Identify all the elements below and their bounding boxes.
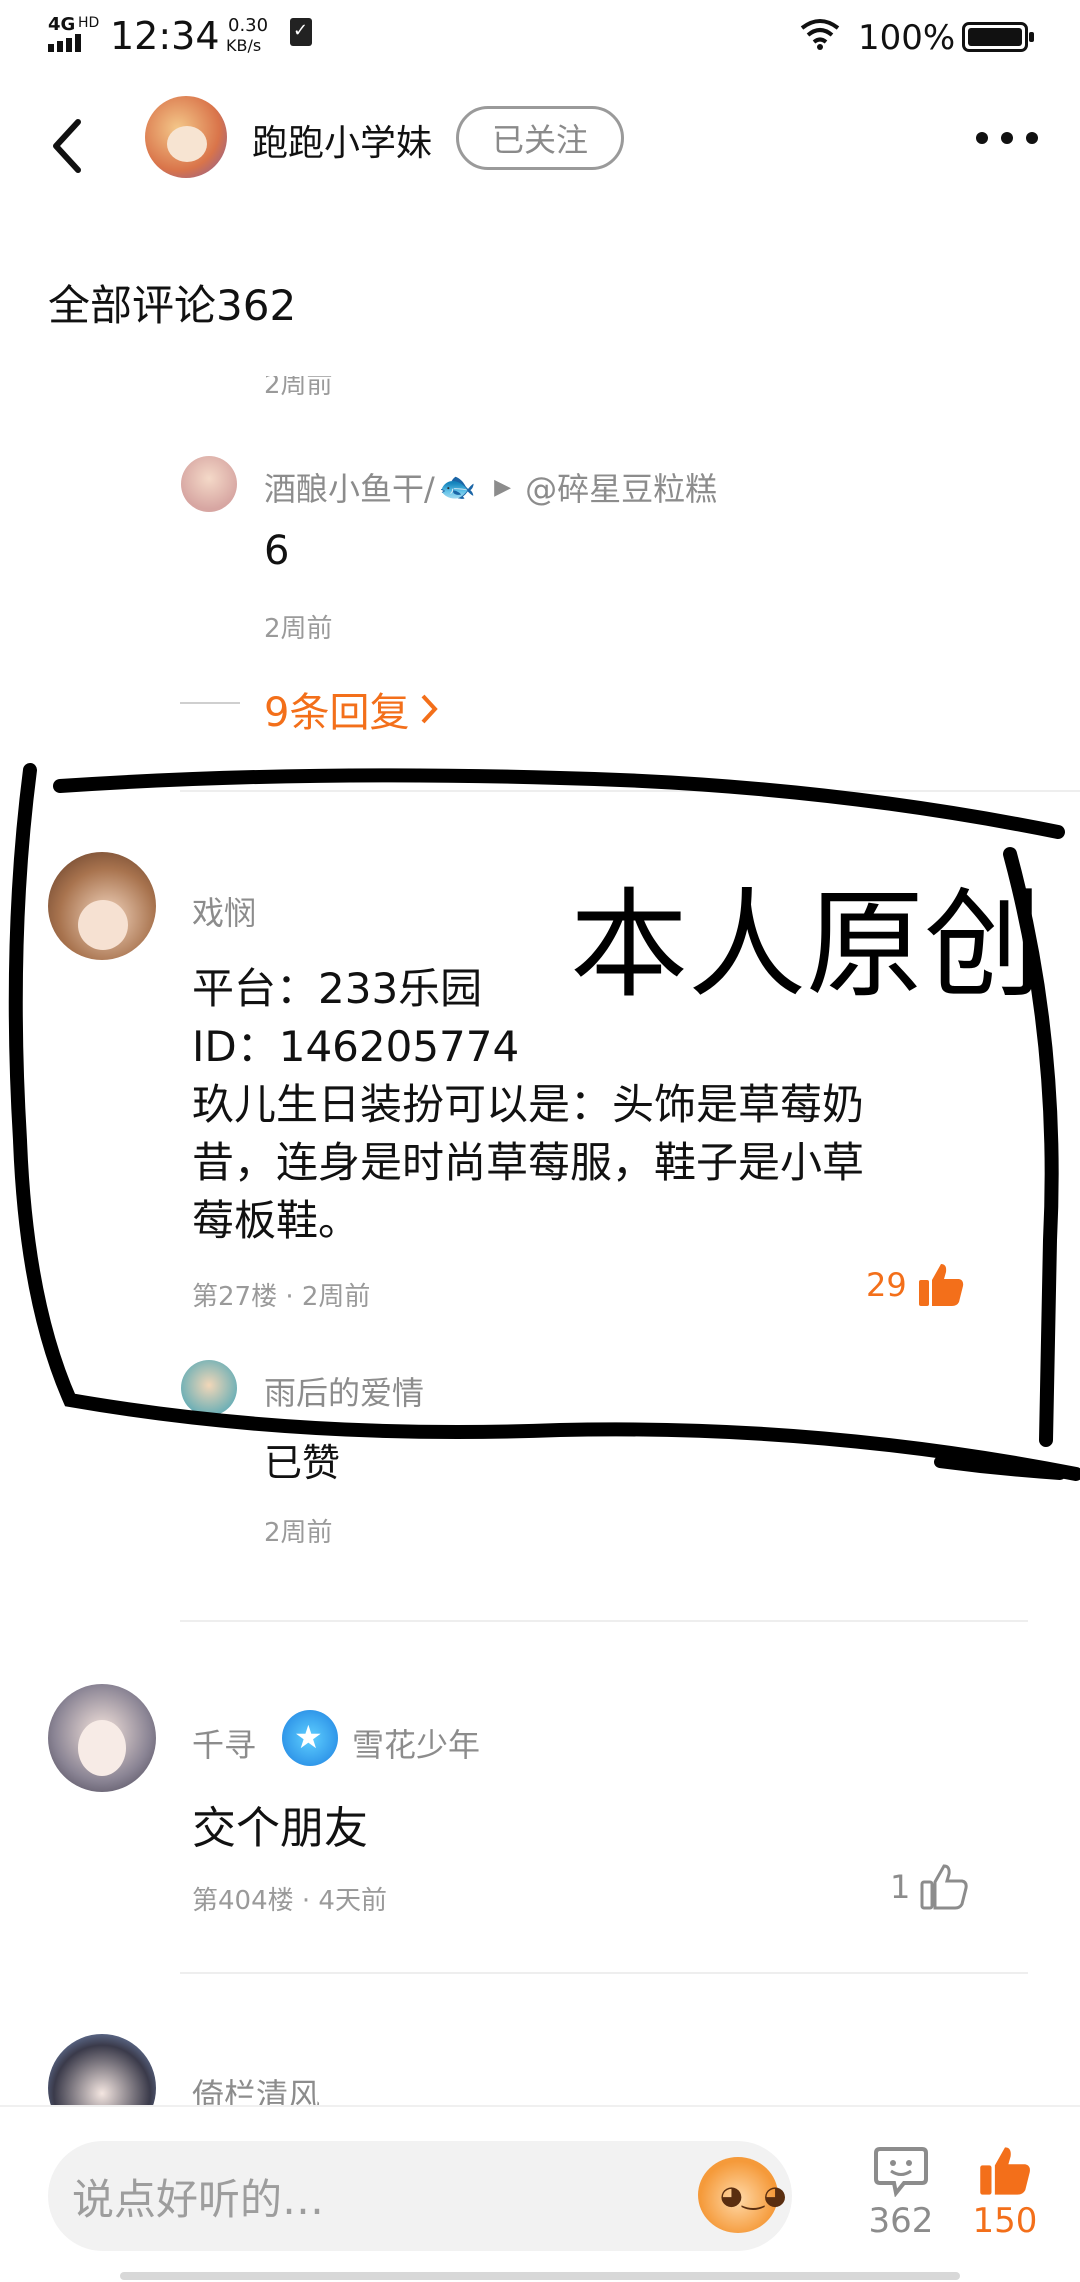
battery-percent: 100% xyxy=(858,18,956,58)
chevron-right-icon xyxy=(421,694,439,724)
network-hd-label: HD xyxy=(78,15,100,31)
comment-count: 362 xyxy=(868,2201,934,2241)
follow-button[interactable]: 已关注 xyxy=(456,106,624,170)
author-avatar[interactable] xyxy=(145,96,227,178)
like-count-total: 150 xyxy=(972,2201,1038,2241)
comment-input[interactable]: 说点好听的… xyxy=(48,2141,792,2251)
reply-partial: 2周前 xyxy=(264,376,333,404)
reply-time: 2周前 xyxy=(264,1518,333,1548)
net-speed: 0.30 xyxy=(228,15,269,36)
reply-target-user[interactable]: @碎星豆粒糕 xyxy=(525,464,717,510)
reply-avatar[interactable] xyxy=(181,456,237,512)
like-count: 1 xyxy=(890,1868,911,1906)
reply-partial-time: 2周前 xyxy=(264,376,333,400)
reply-header: 酒酿小鱼干/ 🐟 ▶ @碎星豆粒糕 xyxy=(264,464,717,510)
network-label: 4G xyxy=(48,14,76,35)
more-replies-link[interactable]: 9条回复 xyxy=(264,680,441,738)
replies-line xyxy=(180,702,240,704)
more-replies-label: 9条回复 xyxy=(264,690,410,736)
emoji-button[interactable]: ◕‿◕ xyxy=(698,2157,786,2233)
comment-avatar[interactable] xyxy=(48,1684,156,1792)
net-speed-unit: KB/s xyxy=(226,36,262,55)
reply-text: 6 xyxy=(264,528,290,574)
comment-meta: 第404楼 · 4天前 xyxy=(192,1886,387,1916)
user-badge-label: 雪花少年 xyxy=(352,1726,481,1764)
author-name[interactable]: 跑跑小学妹 xyxy=(252,114,432,166)
annotation-text: 本人原创 xyxy=(570,876,1043,1014)
section-divider xyxy=(180,1620,1028,1622)
thumbs-up-outline-icon xyxy=(920,1864,969,1910)
comments-button[interactable]: 362 xyxy=(868,2145,934,2241)
comment-like-button[interactable]: 1 xyxy=(890,1864,969,1910)
annotation-box xyxy=(8,763,1080,1481)
bottom-bar: 说点好听的… ◕‿◕ 362 150 xyxy=(0,2105,1080,2282)
comment-input-placeholder: 说点好听的… xyxy=(72,2174,325,2224)
like-button[interactable]: 150 xyxy=(970,2145,1040,2241)
reply-username[interactable]: 酒酿小鱼干/ xyxy=(264,464,435,510)
comment-text: 交个朋友 xyxy=(192,1803,368,1854)
wifi-icon xyxy=(800,19,840,50)
fish-icon: 🐟 xyxy=(438,469,477,505)
more-button[interactable] xyxy=(974,128,1040,148)
section-divider xyxy=(180,1972,1028,1974)
status-bar: 4G HD 12:34 0.30 KB/s ✓ 100% xyxy=(0,0,1080,80)
comments-title: 全部评论362 xyxy=(48,281,297,330)
home-indicator xyxy=(120,2272,960,2280)
comment-bubble-icon xyxy=(874,2147,928,2198)
battery-icon xyxy=(962,22,1034,52)
mascot-face-icon: ◕‿◕ xyxy=(720,2181,787,2211)
more-icon xyxy=(976,132,1038,144)
comment-username[interactable]: 千寻 xyxy=(192,1720,256,1766)
badge-star-icon: ★ xyxy=(282,1710,338,1766)
reply-arrow-icon: ▶ xyxy=(494,474,512,500)
sim-card-icon: ✓ xyxy=(290,18,312,46)
clock: 12:34 xyxy=(110,14,220,58)
reply-time: 2周前 xyxy=(264,614,333,644)
back-arrow-icon xyxy=(53,119,81,173)
back-button[interactable] xyxy=(48,116,88,176)
thumbs-up-filled-icon xyxy=(980,2147,1030,2195)
